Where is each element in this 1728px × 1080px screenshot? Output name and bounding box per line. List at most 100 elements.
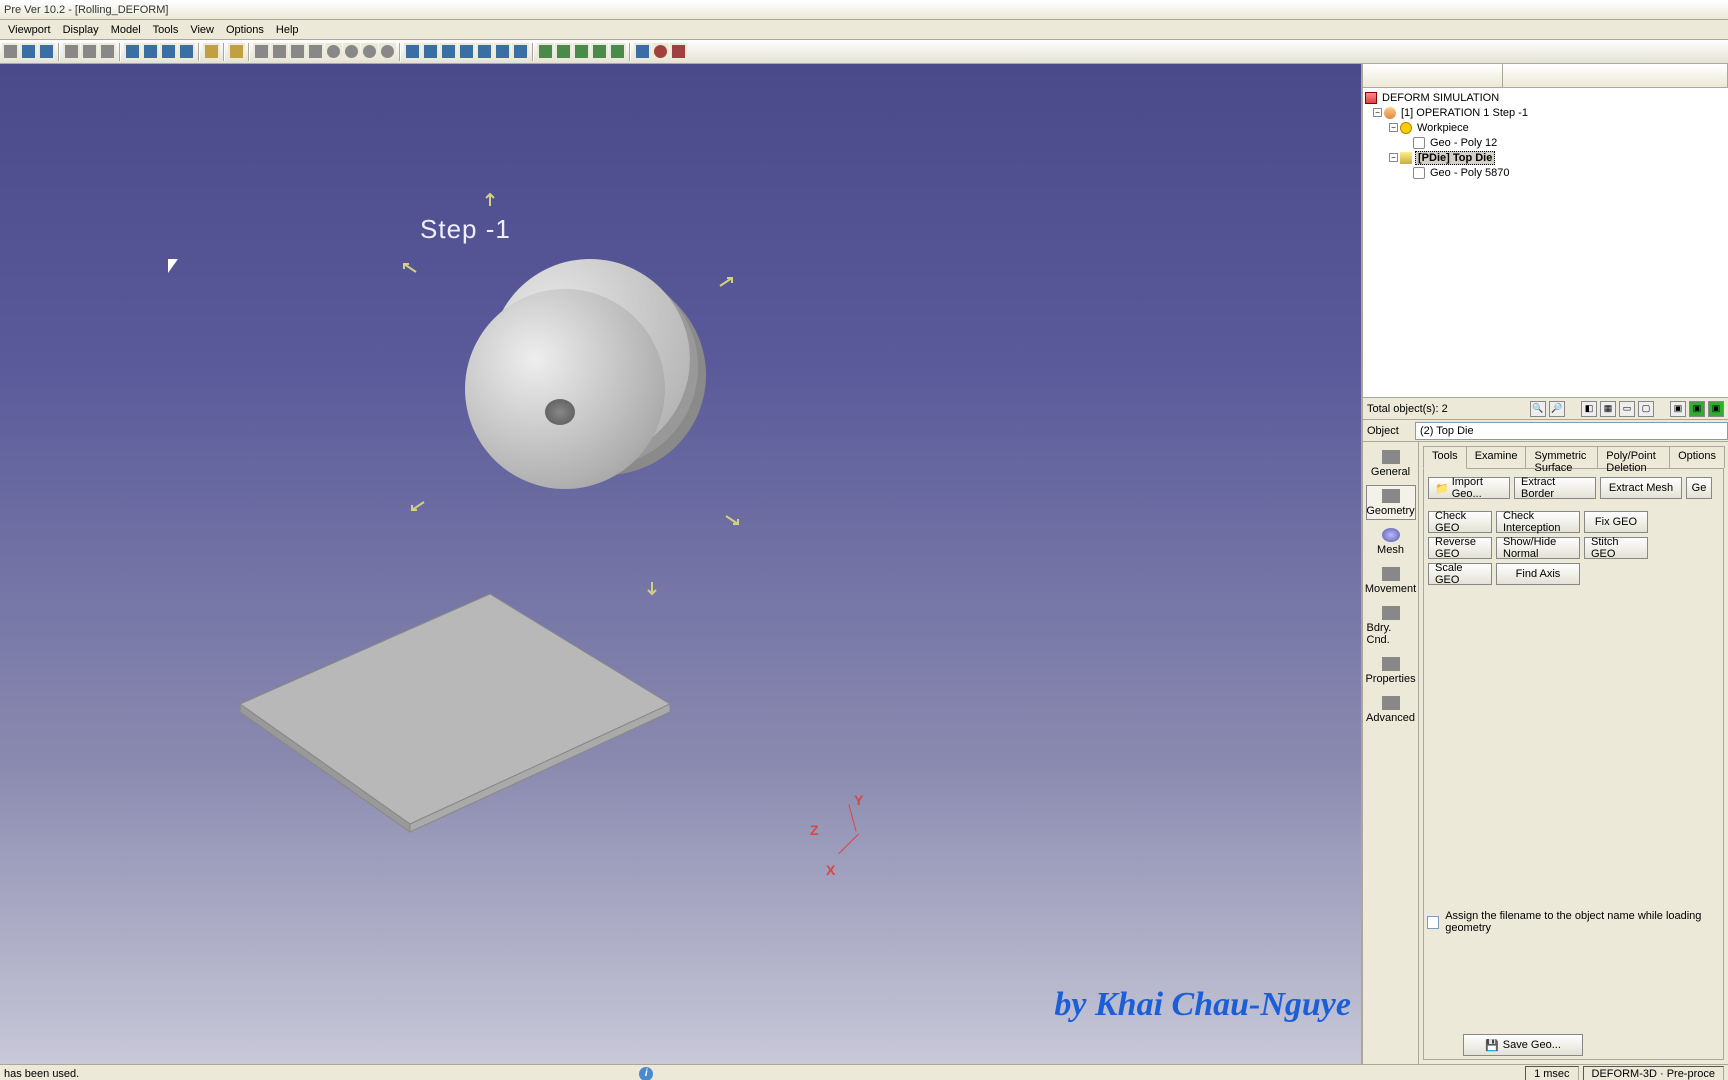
- scale-geo-button[interactable]: Scale GEO: [1428, 563, 1492, 585]
- inner-tab-symmetric[interactable]: Symmetric Surface: [1525, 446, 1598, 468]
- inner-tab-options[interactable]: Options: [1669, 446, 1725, 468]
- tool-folder-icon[interactable]: [203, 43, 220, 60]
- tree-workpiece[interactable]: − Workpiece: [1365, 120, 1726, 135]
- viewmode1-icon[interactable]: ◧: [1581, 401, 1597, 417]
- tool-exit-icon[interactable]: [670, 43, 687, 60]
- tool-iso-icon[interactable]: [379, 43, 396, 60]
- tool-cut-icon[interactable]: [63, 43, 80, 60]
- import-geo-button[interactable]: 📁Import Geo...: [1428, 477, 1510, 499]
- tree-header-col2[interactable]: [1503, 64, 1728, 87]
- extract-mesh-button[interactable]: Extract Mesh: [1600, 477, 1682, 499]
- tool-fit-icon[interactable]: [361, 43, 378, 60]
- viewmode3-icon[interactable]: ▭: [1619, 401, 1635, 417]
- workpiece-model[interactable]: [230, 584, 670, 834]
- tool-rotate2-icon[interactable]: [343, 43, 360, 60]
- delete-icon[interactable]: ▣: [1708, 401, 1724, 417]
- inner-tab-examine[interactable]: Examine: [1466, 446, 1527, 468]
- tool-paste-icon[interactable]: [99, 43, 116, 60]
- tool-graph1-icon[interactable]: [404, 43, 421, 60]
- tool-pan-icon[interactable]: [271, 43, 288, 60]
- save-geo-button[interactable]: 💾Save Geo...: [1463, 1034, 1583, 1056]
- tool-new-icon[interactable]: [2, 43, 19, 60]
- ge-button[interactable]: Ge: [1686, 477, 1712, 499]
- 3d-viewport[interactable]: Step -1 Y Z X by Khai Chau-Nguye: [0, 64, 1363, 1064]
- tool-graph3-icon[interactable]: [440, 43, 457, 60]
- viewmode2-icon[interactable]: ▦: [1600, 401, 1616, 417]
- menu-options[interactable]: Options: [220, 22, 270, 38]
- tool-rect-icon[interactable]: [228, 43, 245, 60]
- tool-stop-icon[interactable]: [652, 43, 669, 60]
- show-hide-normal-button[interactable]: Show/Hide Normal: [1496, 537, 1580, 559]
- filter-icon[interactable]: 🔎: [1549, 401, 1565, 417]
- tool-graph7-icon[interactable]: [512, 43, 529, 60]
- tool-graph4-icon[interactable]: [458, 43, 475, 60]
- fix-geo-button[interactable]: Fix GEO: [1584, 511, 1648, 533]
- tool-snapshot-icon[interactable]: [38, 43, 55, 60]
- side-tab-properties[interactable]: Properties: [1366, 653, 1416, 688]
- properties-area: General Geometry Mesh Movement Bdry. Cnd…: [1363, 442, 1728, 1064]
- tree-root[interactable]: DEFORM SIMULATION: [1365, 90, 1726, 105]
- check-interception-button[interactable]: Check Interception: [1496, 511, 1580, 533]
- tool-view3-icon[interactable]: [160, 43, 177, 60]
- menu-tools[interactable]: Tools: [147, 22, 185, 38]
- tool-graph6-icon[interactable]: [494, 43, 511, 60]
- menu-view[interactable]: View: [184, 22, 220, 38]
- tool-copy-icon[interactable]: [81, 43, 98, 60]
- extract-border-button[interactable]: Extract Border: [1514, 477, 1596, 499]
- tool-db4-icon[interactable]: [591, 43, 608, 60]
- properties-body: Tools Examine Symmetric Surface Poly/Poi…: [1419, 442, 1728, 1064]
- add-icon[interactable]: ▣: [1670, 401, 1686, 417]
- tool-zoom-icon[interactable]: [289, 43, 306, 60]
- viewmode4-icon[interactable]: ▢: [1638, 401, 1654, 417]
- side-tab-advanced[interactable]: Advanced: [1366, 692, 1416, 727]
- tool-rotate-icon[interactable]: [325, 43, 342, 60]
- side-tab-mesh[interactable]: Mesh: [1366, 524, 1416, 559]
- tool-view4-icon[interactable]: [178, 43, 195, 60]
- side-tab-bdry[interactable]: Bdry. Cnd.: [1366, 602, 1416, 649]
- find-axis-button[interactable]: Find Axis: [1496, 563, 1580, 585]
- tool-graph5-icon[interactable]: [476, 43, 493, 60]
- object-field[interactable]: (2) Top Die: [1415, 422, 1728, 440]
- side-tab-movement[interactable]: Movement: [1366, 563, 1416, 598]
- tree-topdie-geo[interactable]: Geo - Poly 5870: [1365, 165, 1726, 180]
- expander-icon[interactable]: −: [1373, 108, 1382, 117]
- object-tree[interactable]: DEFORM SIMULATION − [1] OPERATION 1 Step…: [1363, 88, 1728, 398]
- menu-display[interactable]: Display: [57, 22, 105, 38]
- tree-workpiece-geo[interactable]: Geo - Poly 12: [1365, 135, 1726, 150]
- expander-icon[interactable]: −: [1389, 123, 1398, 132]
- assign-filename-row[interactable]: Assign the filename to the object name w…: [1427, 910, 1728, 934]
- tree-operation[interactable]: − [1] OPERATION 1 Step -1: [1365, 105, 1726, 120]
- reverse-geo-button[interactable]: Reverse GEO: [1428, 537, 1492, 559]
- side-tab-geometry[interactable]: Geometry: [1366, 485, 1416, 520]
- tree-topdie[interactable]: − [PDie] Top Die: [1365, 150, 1726, 165]
- menu-viewport[interactable]: Viewport: [2, 22, 57, 38]
- menu-model[interactable]: Model: [105, 22, 147, 38]
- inner-tab-tools[interactable]: Tools: [1423, 446, 1467, 469]
- watermark: by Khai Chau-Nguye: [1054, 986, 1351, 1024]
- assign-filename-checkbox[interactable]: [1427, 916, 1439, 929]
- inner-tab-polypoint[interactable]: Poly/Point Deletion: [1597, 446, 1670, 468]
- tool-view2-icon[interactable]: [142, 43, 159, 60]
- side-tab-general[interactable]: General: [1366, 446, 1416, 481]
- check-geo-button[interactable]: Check GEO: [1428, 511, 1492, 533]
- top-die-model[interactable]: [450, 259, 700, 509]
- inner-tabs: Tools Examine Symmetric Surface Poly/Poi…: [1423, 446, 1724, 468]
- tool-db1-icon[interactable]: [537, 43, 554, 60]
- tool-db5-icon[interactable]: [609, 43, 626, 60]
- tool-view1-icon[interactable]: [124, 43, 141, 60]
- tool-zoom-window-icon[interactable]: [307, 43, 324, 60]
- tool-pointer-icon[interactable]: [253, 43, 270, 60]
- tool-db3-icon[interactable]: [573, 43, 590, 60]
- tool-graph2-icon[interactable]: [422, 43, 439, 60]
- geo-icon: [1413, 167, 1425, 179]
- stitch-geo-button[interactable]: Stitch GEO: [1584, 537, 1648, 559]
- action-icon[interactable]: ▣: [1689, 401, 1705, 417]
- tool-help-icon[interactable]: [634, 43, 651, 60]
- info-icon[interactable]: i: [639, 1067, 653, 1080]
- menu-help[interactable]: Help: [270, 22, 305, 38]
- tool-db2-icon[interactable]: [555, 43, 572, 60]
- expander-icon[interactable]: −: [1389, 153, 1398, 162]
- tree-header-col1[interactable]: [1363, 64, 1503, 87]
- find-icon[interactable]: 🔍: [1530, 401, 1546, 417]
- tool-camera-icon[interactable]: [20, 43, 37, 60]
